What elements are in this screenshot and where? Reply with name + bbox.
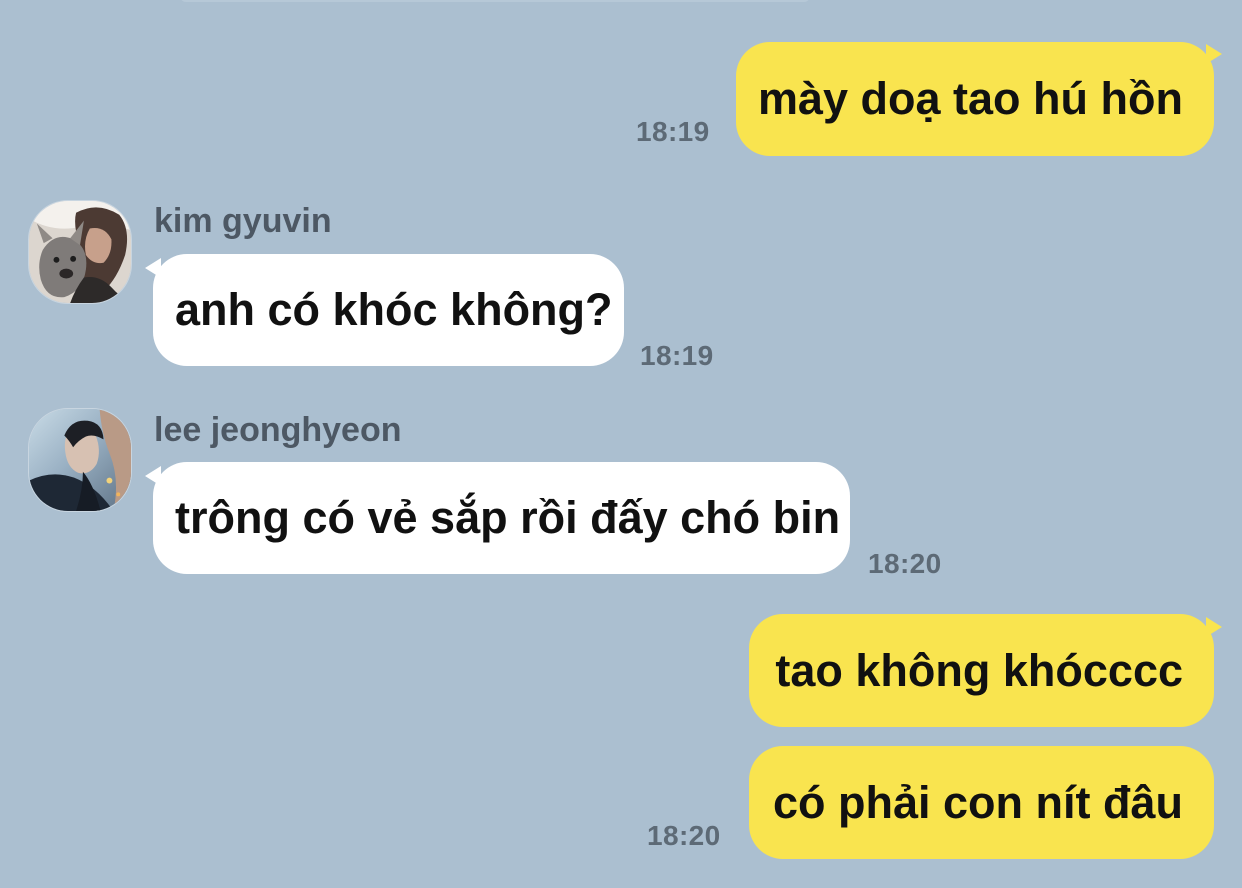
profile-photo-dog-icon [29,201,131,303]
message-text: tao không khócccc [775,644,1183,696]
previous-message-edge [180,0,810,2]
message-timestamp: 18:19 [640,340,714,371]
sender-name: lee jeonghyeon [154,411,402,449]
message-text: anh có khóc không? [175,284,613,335]
incoming-message-bubble[interactable]: anh có khóc không? [153,254,624,366]
message-timestamp: 18:20 [868,548,942,579]
outgoing-message-bubble[interactable]: mày doạ tao hú hồn [736,42,1214,156]
profile-photo-person-icon [29,409,131,511]
avatar[interactable] [28,408,132,512]
message-text: mày doạ tao hú hồn [757,73,1183,124]
incoming-message-bubble[interactable]: trông có vẻ sắp rồi đấy chó bin [153,462,850,574]
outgoing-message-bubble[interactable]: có phải con nít đâu [749,746,1214,859]
outgoing-message-bubble[interactable]: tao không khócccc [749,614,1214,727]
previous-timestamp-fragment [862,0,932,2]
message-timestamp: 18:20 [647,820,721,851]
avatar[interactable] [28,200,132,304]
sender-name: kim gyuvin [154,202,332,240]
message-timestamp: 18:19 [636,116,710,147]
message-text: trông có vẻ sắp rồi đấy chó bin [175,492,841,543]
message-text: có phải con nít đâu [772,776,1183,828]
